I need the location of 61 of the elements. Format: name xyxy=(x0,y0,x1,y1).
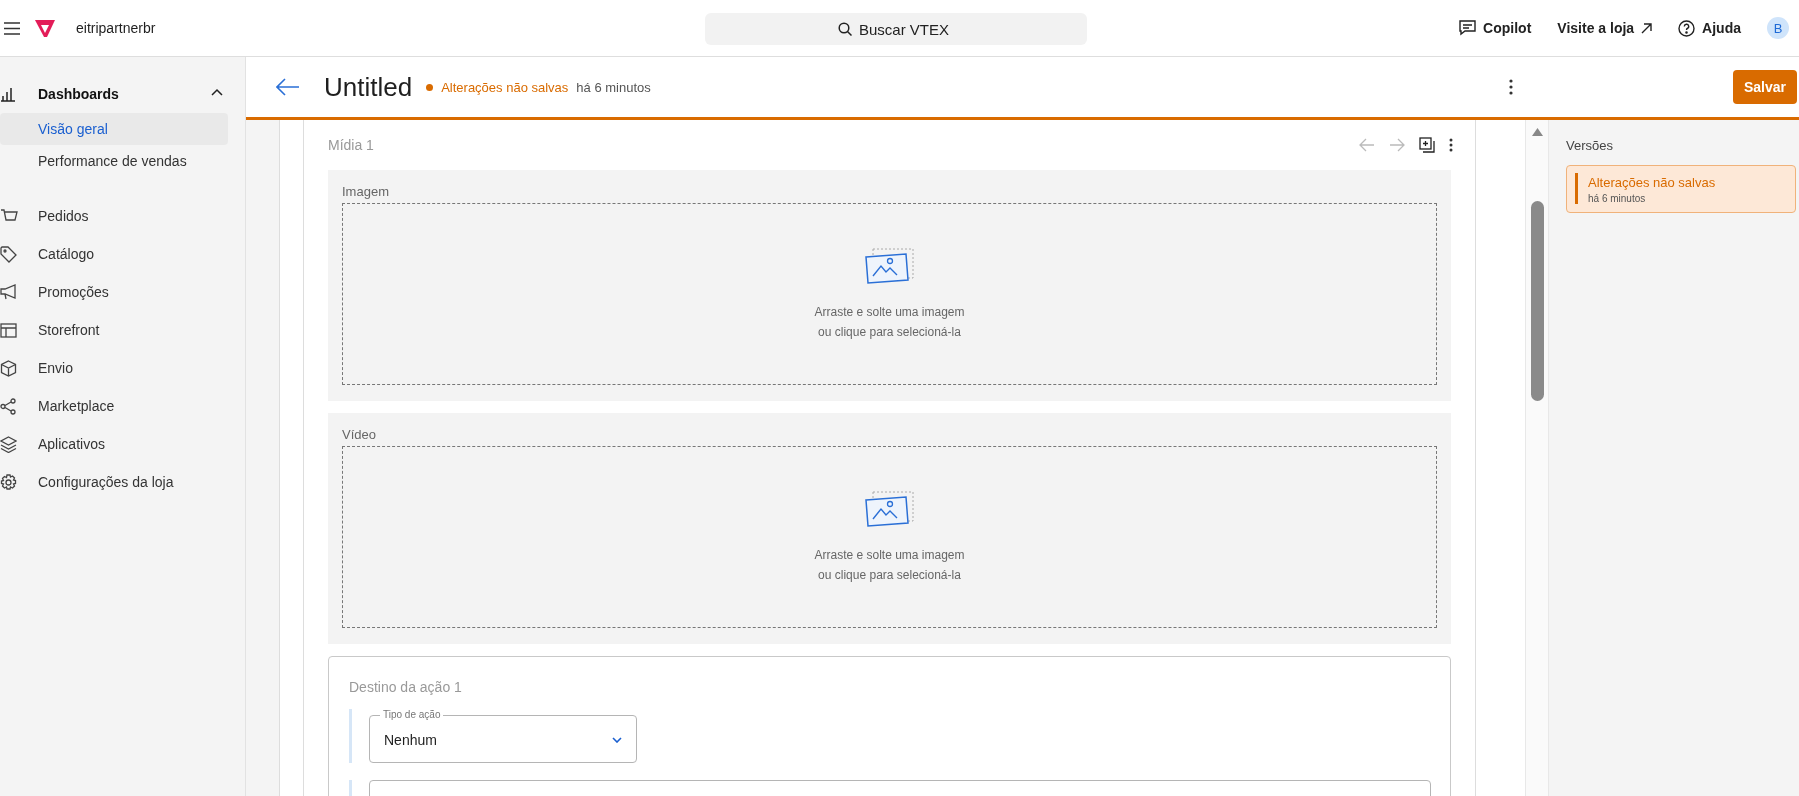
help-icon xyxy=(1678,19,1696,37)
sidebar-item[interactable]: Aplicativos xyxy=(0,425,245,463)
share-icon xyxy=(0,397,17,415)
version-time: há 6 minutos xyxy=(1588,193,1647,204)
layout-icon xyxy=(0,322,17,338)
scrollbar-thumb[interactable] xyxy=(1530,201,1544,401)
megaphone-icon xyxy=(0,284,17,300)
sidebar-item[interactable]: Promoções xyxy=(0,273,245,311)
page-title: Untitled xyxy=(324,71,413,103)
menu-icon[interactable] xyxy=(4,21,20,35)
section-title: Mídia 1 xyxy=(328,137,374,153)
chevron-down-icon xyxy=(612,737,622,743)
sidebar-item[interactable]: Storefront xyxy=(0,311,245,349)
logo-icon[interactable] xyxy=(34,18,56,38)
account-name: eitripartnerbr xyxy=(76,20,156,36)
version-card[interactable]: Alterações não salvas há 6 minutos xyxy=(1566,165,1796,213)
status-time: há 6 minutos xyxy=(576,79,651,95)
sidebar-item[interactable]: Dashboards xyxy=(0,75,245,113)
duplicate-icon[interactable] xyxy=(1419,137,1435,153)
user-avatar[interactable]: B xyxy=(1767,17,1789,39)
sidebar-item[interactable]: Pedidos xyxy=(0,197,245,235)
status-dot xyxy=(426,83,434,91)
more-icon[interactable] xyxy=(1449,138,1453,152)
back-arrow-icon[interactable] xyxy=(276,78,300,96)
bar-chart-icon xyxy=(0,86,16,102)
drop-hint: Arraste e solte uma imagem xyxy=(814,304,965,321)
sidebar-item[interactable]: Configurações da loja xyxy=(0,463,245,501)
panel-title: Versões xyxy=(1566,138,1614,153)
drop-zone[interactable]: Arraste e solte uma imagem ou clique para selecioná-la xyxy=(342,446,1437,628)
drop-hint: Arraste e solte uma imagem xyxy=(814,547,965,564)
drop-hint: ou clique para selecioná-la xyxy=(818,324,961,341)
drop-hint: ou clique para selecioná-la xyxy=(818,567,961,584)
store-link[interactable]: Visite a loja xyxy=(1557,20,1653,36)
sidebar-subitem[interactable]: Visão geral xyxy=(0,113,228,145)
chevron-up-icon[interactable] xyxy=(211,88,223,96)
save-status: Alterações não salvas xyxy=(441,79,569,95)
field-label: Vídeo xyxy=(342,427,377,442)
sidebar-item[interactable]: Marketplace xyxy=(0,387,245,425)
sidebar-item[interactable]: Envio xyxy=(0,349,245,387)
field-label: Imagem xyxy=(342,184,390,199)
external-link-icon xyxy=(1641,22,1653,34)
sidebar-subitem[interactable]: Performance de vendas xyxy=(0,145,228,177)
tag-icon xyxy=(0,245,17,263)
layers-icon xyxy=(0,435,17,453)
action-type-select[interactable]: Tipo de ação Nenhum xyxy=(369,709,637,763)
header-link[interactable]: Ajuda xyxy=(1678,19,1741,37)
sidebar-item[interactable]: Catálogo xyxy=(0,235,245,273)
section-title: Destino da ação 1 xyxy=(349,679,463,695)
box-icon xyxy=(0,359,17,377)
more-icon[interactable] xyxy=(1508,79,1513,95)
cart-icon xyxy=(0,208,18,224)
image-icon xyxy=(863,490,916,528)
search-field[interactable]: Buscar VTEX xyxy=(705,13,1087,45)
drop-zone[interactable]: Arraste e solte uma imagem ou clique para selecioná-la xyxy=(342,203,1437,385)
header-link[interactable]: Copilot xyxy=(1459,20,1532,36)
version-title: Alterações não salvas xyxy=(1588,175,1716,190)
image-icon xyxy=(863,247,916,285)
scroll-up-icon[interactable] xyxy=(1531,128,1543,136)
settings-icon xyxy=(0,473,17,491)
chat-icon xyxy=(1459,20,1477,36)
scrollbar[interactable] xyxy=(1525,120,1549,796)
